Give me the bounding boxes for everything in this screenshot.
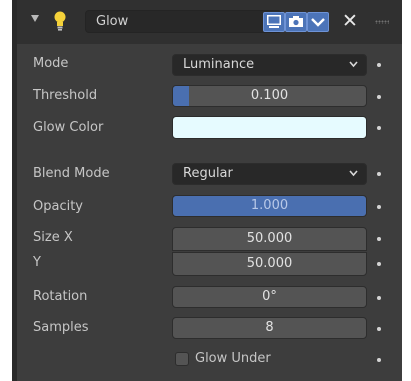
- camera-icon: [289, 16, 303, 27]
- rotation-value: 0°: [262, 289, 277, 304]
- keyframe-dot[interactable]: [377, 126, 381, 130]
- keyframe-dot[interactable]: [377, 327, 381, 331]
- rotation-label: Rotation: [33, 289, 88, 304]
- size-x-value: 50.000: [246, 231, 293, 246]
- keyframe-dot[interactable]: [377, 205, 381, 209]
- show-in-viewport-toggle[interactable]: [263, 12, 285, 32]
- keyframe-dot[interactable]: [377, 172, 381, 176]
- threshold-slider[interactable]: 0.100: [172, 85, 367, 107]
- chevron-down-icon: [349, 170, 358, 177]
- mode-label: Mode: [33, 56, 69, 71]
- threshold-label: Threshold: [33, 88, 98, 103]
- size-y-label: Y: [33, 255, 41, 270]
- keyframe-dot[interactable]: [377, 262, 381, 266]
- effect-options-dropdown[interactable]: [307, 12, 329, 32]
- mode-dropdown[interactable]: Luminance: [172, 54, 367, 76]
- blend-mode-dropdown[interactable]: Regular: [172, 163, 367, 185]
- opacity-value: 1.000: [250, 198, 289, 213]
- chevron-down-icon: [349, 61, 358, 68]
- size-x-label: Size X: [33, 230, 73, 245]
- keyframe-dot[interactable]: [377, 95, 381, 99]
- effect-name-field[interactable]: Glow: [85, 10, 282, 33]
- glow-color-label: Glow Color: [33, 120, 104, 135]
- blend-mode-value: Regular: [183, 166, 233, 181]
- opacity-slider[interactable]: 1.000: [172, 195, 367, 217]
- threshold-slider-fill: [173, 86, 189, 106]
- glow-color-swatch[interactable]: [172, 116, 367, 139]
- keyframe-dot[interactable]: [377, 358, 381, 362]
- close-icon[interactable]: ✕: [342, 10, 358, 32]
- collapse-triangle-icon[interactable]: [31, 15, 39, 22]
- size-x-field[interactable]: 50.000: [172, 227, 367, 251]
- monitor-icon: [267, 15, 281, 28]
- opacity-label: Opacity: [33, 199, 84, 214]
- rotation-field[interactable]: 0°: [172, 286, 367, 308]
- samples-label: Samples: [33, 320, 89, 335]
- glow-under-label[interactable]: Glow Under: [195, 349, 271, 369]
- chevron-down-icon: [311, 18, 325, 27]
- glow-under-checkbox[interactable]: [175, 352, 189, 366]
- samples-field[interactable]: 8: [172, 317, 367, 339]
- threshold-value: 0.100: [250, 88, 289, 103]
- blend-mode-label: Blend Mode: [33, 166, 110, 181]
- mode-value: Luminance: [183, 57, 255, 72]
- keyframe-dot[interactable]: [377, 63, 381, 67]
- keyframe-dot[interactable]: [377, 237, 381, 241]
- size-y-value: 50.000: [246, 256, 293, 271]
- panel-header: Glow ✕: [17, 0, 402, 44]
- size-y-field[interactable]: 50.000: [172, 252, 367, 276]
- samples-value: 8: [265, 320, 274, 335]
- show-in-render-toggle[interactable]: [285, 12, 307, 32]
- drag-grip-icon[interactable]: [375, 20, 389, 24]
- glow-effect-panel: Glow ✕ Mode Luminance Threshold 0.100 Gl…: [17, 0, 402, 381]
- lightbulb-icon[interactable]: [53, 10, 67, 32]
- keyframe-dot[interactable]: [377, 296, 381, 300]
